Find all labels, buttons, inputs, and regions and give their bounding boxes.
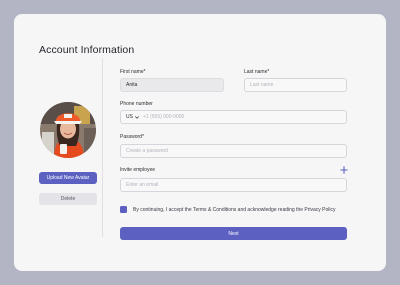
delete-avatar-button[interactable]: Delete bbox=[39, 193, 97, 205]
terms-checkbox[interactable] bbox=[120, 206, 127, 218]
first-name-label: First name* bbox=[120, 69, 146, 75]
invite-email-field[interactable] bbox=[120, 178, 347, 192]
password-field[interactable] bbox=[120, 144, 347, 158]
invite-label: Invite employee bbox=[120, 167, 156, 173]
avatar-photo bbox=[40, 102, 96, 158]
phone-input[interactable] bbox=[141, 114, 346, 120]
password-label: Password* bbox=[120, 134, 144, 140]
first-name-field[interactable] bbox=[120, 78, 224, 92]
country-select[interactable]: US bbox=[121, 114, 141, 120]
last-name-label: Last name* bbox=[244, 69, 270, 75]
last-name-field[interactable] bbox=[244, 78, 347, 92]
vertical-divider bbox=[102, 58, 103, 237]
page-title: Account Information bbox=[39, 44, 135, 56]
terms-text: By continuing, I accept the Terms & Cond… bbox=[133, 207, 336, 213]
phone-field: US bbox=[120, 110, 347, 124]
check-icon bbox=[121, 213, 126, 218]
plus-icon[interactable] bbox=[340, 166, 348, 174]
upload-avatar-button[interactable]: Upload New Avatar bbox=[39, 172, 97, 184]
phone-label: Phone number bbox=[120, 101, 153, 107]
next-button[interactable]: Next bbox=[120, 227, 347, 240]
chevron-down-icon bbox=[134, 115, 139, 119]
avatar bbox=[40, 102, 96, 158]
country-code: US bbox=[126, 114, 133, 120]
